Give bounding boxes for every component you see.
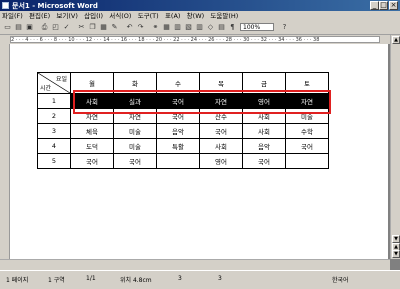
table-cell[interactable]: 사회 xyxy=(242,123,286,139)
timetable[interactable]: 요일 시간 월 화 수 목 금 토 1 사회 실과 국어 자연 영어 자연 2 … xyxy=(37,72,329,169)
menu-format[interactable]: 서식(O) xyxy=(107,11,133,21)
cut-icon[interactable]: ✂ xyxy=(77,23,86,32)
horizontal-ruler[interactable]: 2 · · · 4 · · · 6 · · · 8 · · · 10 · · ·… xyxy=(0,35,400,44)
copy-icon[interactable]: ❐ xyxy=(88,23,97,32)
table-cell[interactable]: 국어 xyxy=(199,123,243,139)
table-row-period-3: 3 체육 미술 음악 국어 사회 수학 xyxy=(37,123,329,139)
status-language: 한국어 xyxy=(332,277,349,284)
vertical-ruler[interactable] xyxy=(0,44,10,259)
zoom-select[interactable]: 100% xyxy=(240,23,274,31)
table-cell[interactable] xyxy=(156,153,200,169)
paste-icon[interactable]: ▦ xyxy=(99,23,108,32)
period-cell[interactable]: 2 xyxy=(37,108,71,124)
open-folder-icon[interactable]: ▤ xyxy=(14,23,23,32)
status-pages: 1/1 xyxy=(86,275,96,282)
word-app-icon[interactable] xyxy=(2,2,9,9)
minimize-button[interactable]: _ xyxy=(370,1,379,10)
menu-help[interactable]: 도움말(H) xyxy=(208,11,240,21)
table-cell[interactable]: 국어 xyxy=(285,138,329,154)
table-row-period-5: 5 국어 국어 영어 국어 xyxy=(37,153,329,169)
scroll-down-icon[interactable]: ▼ xyxy=(392,235,400,243)
undo-icon[interactable]: ↶ xyxy=(125,23,134,32)
save-icon[interactable]: ▣ xyxy=(25,23,34,32)
ruler-scale: 2 · · · 4 · · · 6 · · · 8 · · · 10 · · ·… xyxy=(10,36,380,43)
vertical-scrollbar[interactable]: ▲ ▼ ▲ ▼ xyxy=(390,35,400,259)
menu-edit[interactable]: 편집(E) xyxy=(27,11,52,21)
close-button[interactable]: × xyxy=(389,1,398,10)
title-bar: 문서1 - Microsoft Word _ □ × xyxy=(0,0,400,11)
status-line: 3 xyxy=(178,275,182,282)
menu-window[interactable]: 창(W) xyxy=(185,11,206,21)
table-cell[interactable]: 영어 xyxy=(199,153,243,169)
table-cell[interactable] xyxy=(285,153,329,169)
hyperlink-icon[interactable]: ⚭ xyxy=(151,23,160,32)
insert-excel-icon[interactable]: ▧ xyxy=(184,23,193,32)
spelling-icon[interactable]: ✓ xyxy=(62,23,71,32)
menu-view[interactable]: 보기(V) xyxy=(54,11,79,21)
status-section: 1 구역 xyxy=(48,277,65,284)
menu-table[interactable]: 표(A) xyxy=(163,11,183,21)
table-cell[interactable]: 도덕 xyxy=(70,138,114,154)
table-cell[interactable]: 음악 xyxy=(156,123,200,139)
period-cell[interactable]: 1 xyxy=(37,93,71,109)
status-position: 위치 4.8cm xyxy=(120,277,152,284)
status-page: 1 페이지 xyxy=(6,277,29,284)
format-painter-icon[interactable]: ✎ xyxy=(110,23,119,32)
menu-file[interactable]: 파일(F) xyxy=(0,11,25,21)
standard-toolbar: ▭ ▤ ▣ ⎙ ◰ ✓ ✂ ❐ ▦ ✎ ↶ ↷ ⚭ ▦ ▥ ▧ ▥ ◇ ▤ ¶ … xyxy=(0,21,400,35)
window-title: 문서1 - Microsoft Word xyxy=(12,2,98,10)
status-bar: 1 페이지 1 구역 1/1 위치 4.8cm 3 3 한국어 xyxy=(0,270,400,289)
table-row-period-4: 4 도덕 미술 특활 사회 음악 국어 xyxy=(37,138,329,154)
period-cell[interactable]: 3 xyxy=(37,123,71,139)
table-cell[interactable]: 미술 xyxy=(113,138,157,154)
drawing-icon[interactable]: ◇ xyxy=(206,23,215,32)
next-page-icon[interactable]: ▼ xyxy=(392,250,400,258)
help-icon[interactable]: ? xyxy=(280,23,289,32)
new-document-icon[interactable]: ▭ xyxy=(3,23,12,32)
status-col: 3 xyxy=(218,275,222,282)
scroll-up-icon[interactable]: ▲ xyxy=(392,36,400,44)
selection-highlight-box xyxy=(73,90,331,114)
table-cell[interactable]: 미술 xyxy=(113,123,157,139)
print-preview-icon[interactable]: ◰ xyxy=(51,23,60,32)
corner-label-day: 요일 xyxy=(55,76,67,83)
columns-icon[interactable]: ▥ xyxy=(195,23,204,32)
tables-borders-icon[interactable]: ▦ xyxy=(162,23,171,32)
redo-icon[interactable]: ↷ xyxy=(136,23,145,32)
maximize-button[interactable]: □ xyxy=(379,1,388,10)
menu-tools[interactable]: 도구(T) xyxy=(136,11,161,21)
table-cell[interactable]: 사회 xyxy=(199,138,243,154)
table-cell[interactable]: 국어 xyxy=(70,153,114,169)
show-hide-icon[interactable]: ¶ xyxy=(228,23,237,32)
menu-bar: 파일(F) 편집(E) 보기(V) 삽입(I) 서식(O) 도구(T) 표(A)… xyxy=(0,11,400,21)
document-page[interactable]: 요일 시간 월 화 수 목 금 토 1 사회 실과 국어 자연 영어 자연 2 … xyxy=(10,44,388,259)
horizontal-scrollbar[interactable] xyxy=(0,259,390,270)
table-cell[interactable]: 국어 xyxy=(113,153,157,169)
print-icon[interactable]: ⎙ xyxy=(40,23,49,32)
table-cell[interactable]: 체육 xyxy=(70,123,114,139)
table-cell[interactable]: 특활 xyxy=(156,138,200,154)
period-cell[interactable]: 5 xyxy=(37,153,71,169)
table-corner-cell[interactable]: 요일 시간 xyxy=(37,72,71,94)
menu-insert[interactable]: 삽입(I) xyxy=(82,11,105,21)
insert-table-icon[interactable]: ▥ xyxy=(173,23,182,32)
table-cell[interactable]: 국어 xyxy=(242,153,286,169)
table-cell[interactable]: 음악 xyxy=(242,138,286,154)
period-cell[interactable]: 4 xyxy=(37,138,71,154)
table-cell[interactable]: 수학 xyxy=(285,123,329,139)
document-map-icon[interactable]: ▤ xyxy=(217,23,226,32)
corner-label-period: 시간 xyxy=(40,85,52,92)
